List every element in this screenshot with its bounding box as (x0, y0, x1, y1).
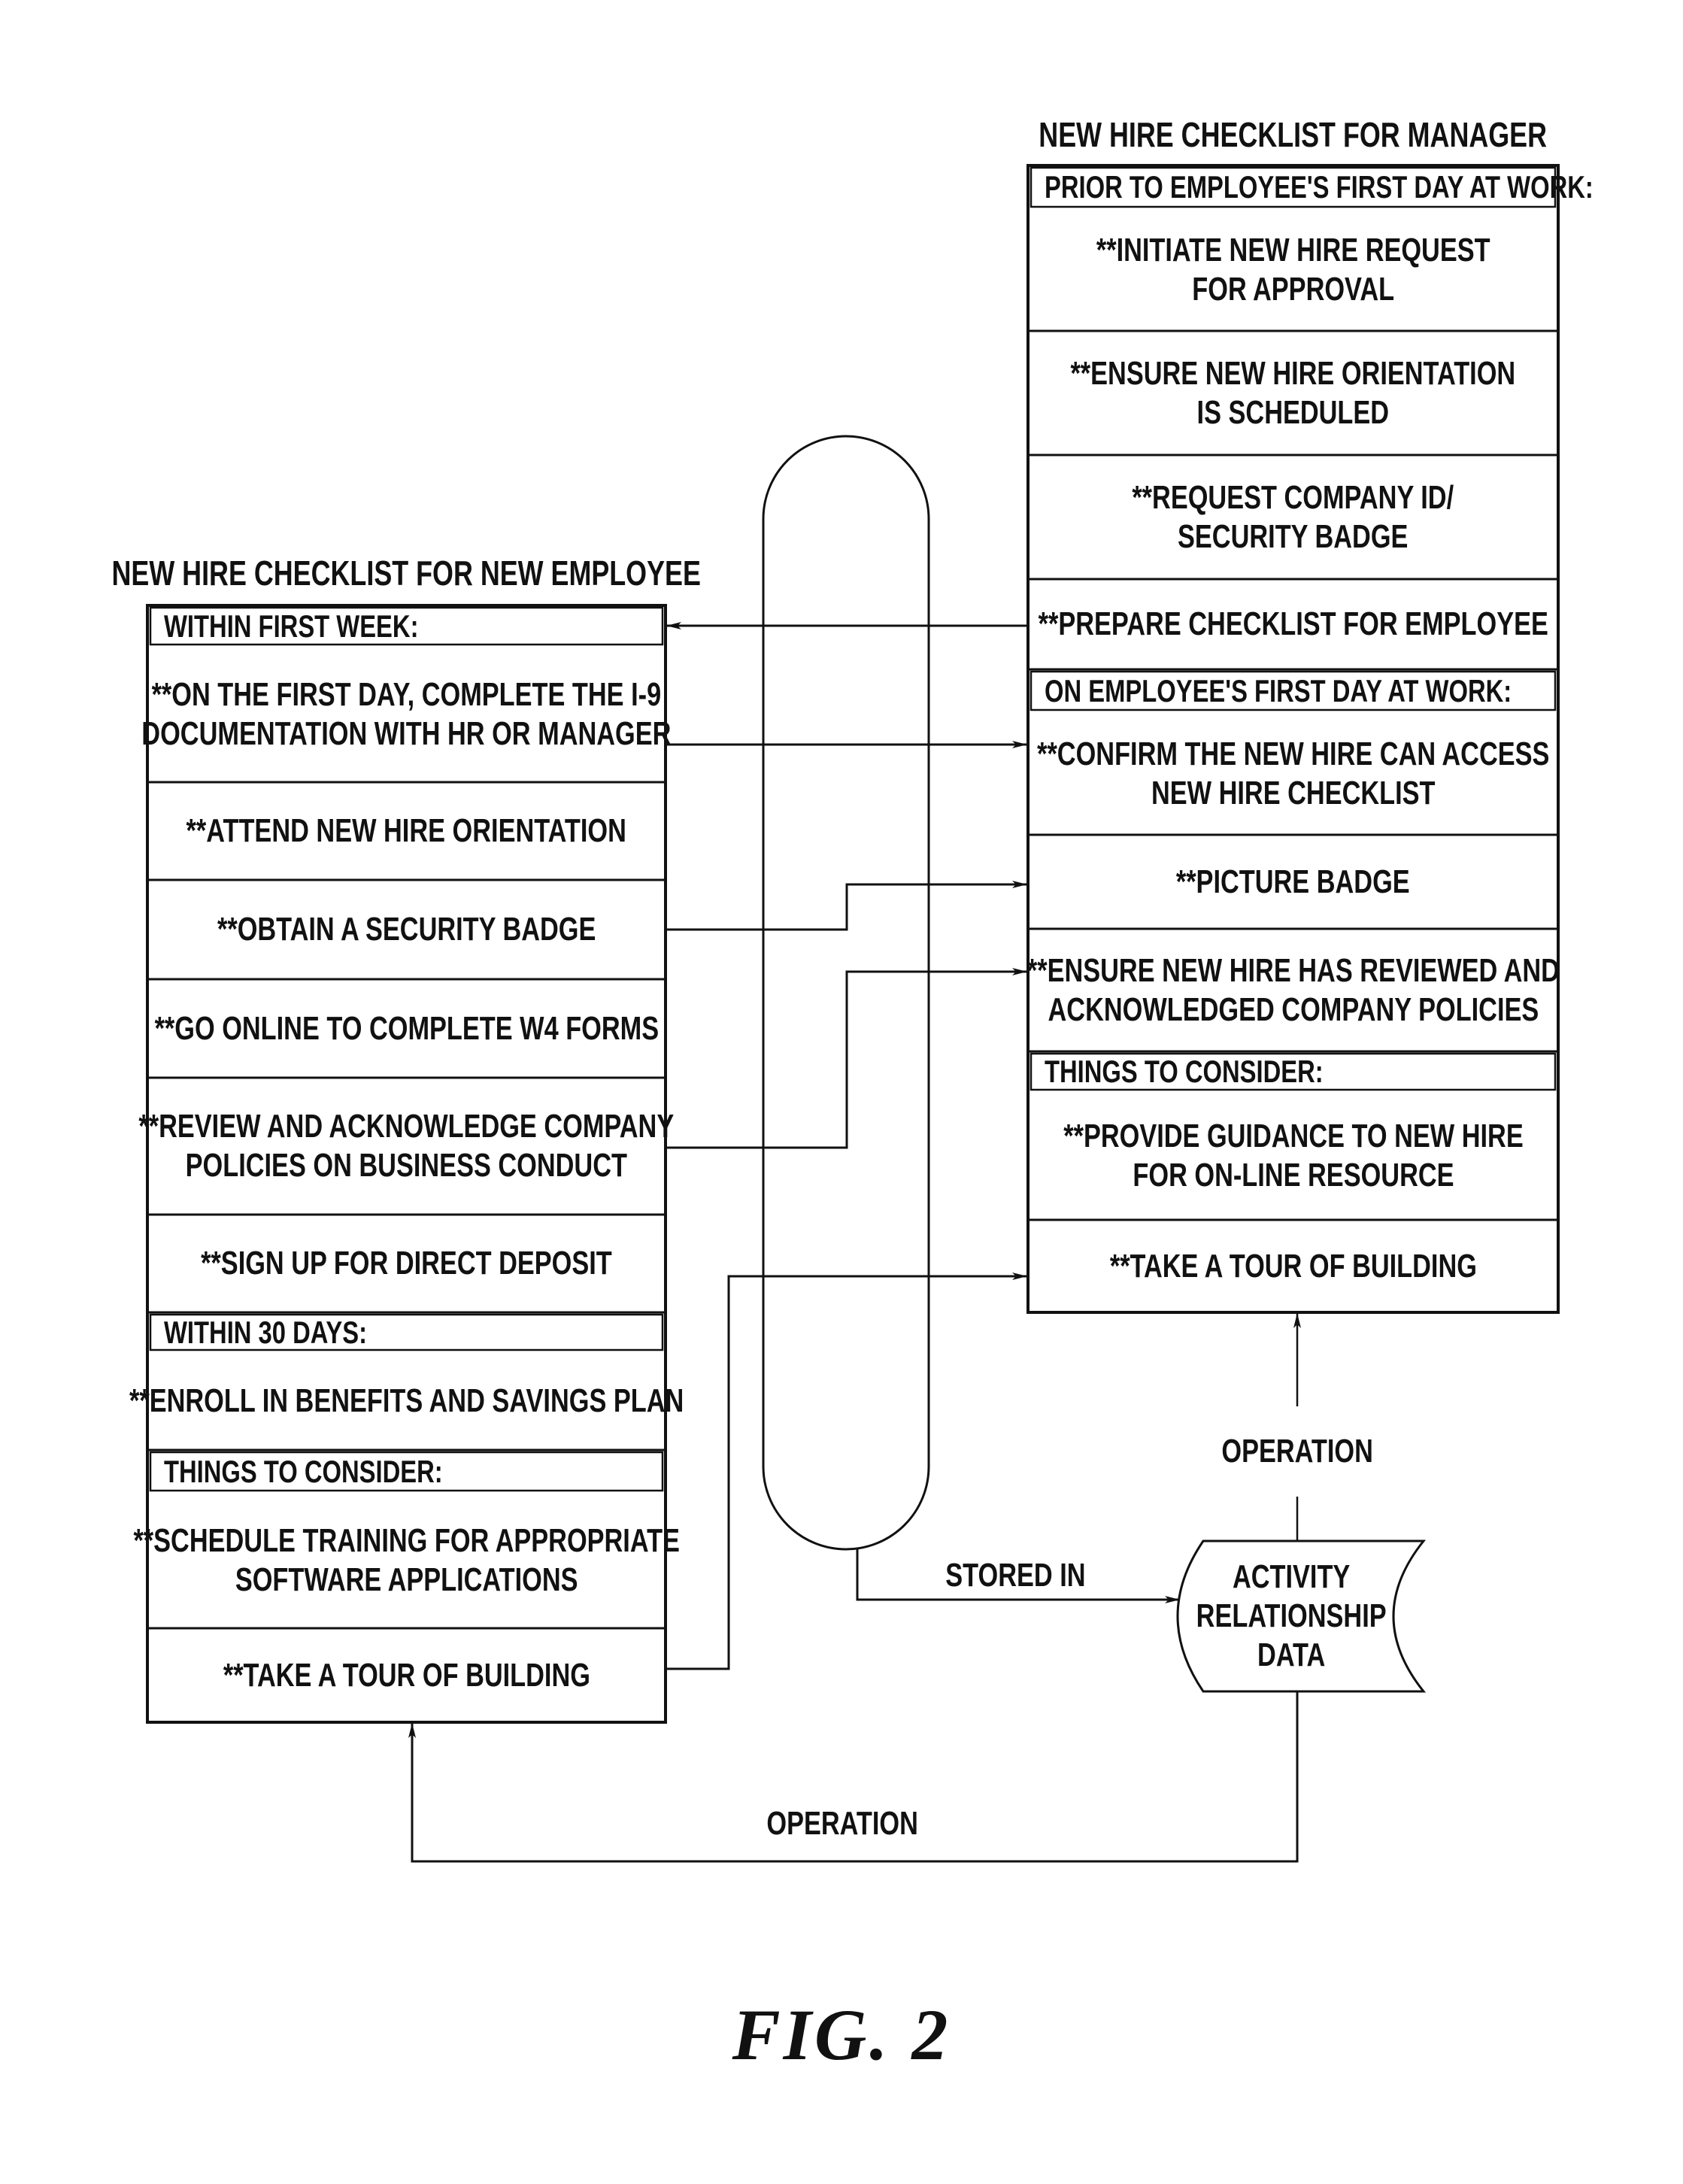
text-line: **ENSURE NEW HIRE ORIENTATION (1070, 354, 1516, 392)
employee-checklist-title-text: NEW HIRE CHECKLIST FOR NEW EMPLOYEE (111, 553, 702, 593)
employee-checklist-item-text: **REVIEW AND ACKNOWLEDGE COMPANY POLICIES… (139, 1107, 675, 1185)
text-line: ACTIVITY (1233, 1558, 1351, 1596)
text-line: RELATIONSHIP (1196, 1597, 1387, 1635)
connector-tour-to-tour (666, 1272, 1027, 1670)
operation-label-employee: OPERATION (699, 1801, 985, 1846)
manager-section-header-text: THINGS TO CONSIDER: (1045, 1054, 1324, 1089)
text-line: **CONFIRM THE NEW HIRE CAN ACCESS (1036, 735, 1550, 772)
manager-checklist-item: **PREPARE CHECKLIST FOR EMPLOYEE (1028, 579, 1558, 669)
employee-checklist-item-text: **ATTEND NEW HIRE ORIENTATION (186, 811, 626, 851)
employee-checklist-item: **SCHEDULE TRAINING FOR APPROPRIATE SOFTW… (133, 1493, 679, 1628)
text-line: DATA (1257, 1636, 1326, 1673)
text-line: POLICIES ON BUSINESS CONDUCT (185, 1147, 628, 1184)
storage-label: ACTIVITY RELATIONSHIP DATA (1190, 1541, 1393, 1691)
text-line: **TAKE A TOUR OF BUILDING (223, 1656, 590, 1694)
text-line: **PICTURE BADGE (1176, 863, 1410, 900)
manager-section-header-text: PRIOR TO EMPLOYEE'S FIRST DAY AT WORK: (1045, 169, 1594, 205)
text-line: **GO ONLINE TO COMPLETE W4 FORMS (154, 1009, 659, 1047)
text-line: **PREPARE CHECKLIST FOR EMPLOYEE (1038, 605, 1548, 643)
stored-in-label: STORED IN (925, 1557, 1105, 1594)
manager-checklist-title: NEW HIRE CHECKLIST FOR MANAGER (1013, 114, 1573, 155)
manager-checklist-item-text: **PROVIDE GUIDANCE TO NEW HIRE FOR ON-LIN… (1063, 1117, 1523, 1195)
manager-checklist-item: **INITIATE NEW HIRE REQUEST FOR APPROVAL (1028, 209, 1558, 331)
employee-checklist-title: NEW HIRE CHECKLIST FOR NEW EMPLOYEE (112, 553, 701, 593)
manager-checklist-item-text: **REQUEST COMPANY ID/SECURITY BADGE (1133, 478, 1454, 557)
text-line: **ENROLL IN BENEFITS AND SAVINGS PLAN (129, 1382, 684, 1420)
employee-checklist-item-text: **ENROLL IN BENEFITS AND SAVINGS PLAN (129, 1382, 684, 1421)
text-line: IS SCHEDULED (1196, 393, 1390, 431)
manager-checklist-item-text: **CONFIRM THE NEW HIRE CAN ACCESS NEW HIR… (1037, 735, 1549, 813)
employee-section-header: WITHIN FIRST WEEK: (164, 605, 660, 647)
employee-checklist-item: **TAKE A TOUR OF BUILDING (147, 1628, 666, 1722)
text-line: **SCHEDULE TRAINING FOR APPROPRIATE (133, 1522, 680, 1560)
employee-checklist-item-text: **ON THE FIRST DAY, COMPLETE THE I-9 DOCU… (141, 675, 671, 754)
manager-checklist-item: **PROVIDE GUIDANCE TO NEW HIRE FOR ON-LIN… (1028, 1092, 1558, 1220)
manager-checklist-item: **TAKE A TOUR OF BUILDING (1028, 1220, 1558, 1312)
stored-in-label-text: STORED IN (945, 1557, 1086, 1594)
manager-checklist-item: **ENSURE NEW HIRE HAS REVIEWED AND ACKNOW… (1026, 929, 1559, 1051)
employee-section-header-text: WITHIN 30 DAYS: (164, 1314, 368, 1350)
operation-label-manager-text: OPERATION (1221, 1433, 1373, 1470)
text-line: SOFTWARE APPLICATIONS (235, 1561, 578, 1598)
text-line: ACKNOWLEDGED COMPANY POLICIES (1048, 990, 1539, 1028)
text-line: **SIGN UP FOR DIRECT DEPOSIT (201, 1245, 612, 1282)
connector-review-policies-to-ensure-reviewed (666, 968, 1027, 1149)
text-line: **ENSURE NEW HIRE HAS REVIEWED AND (1026, 951, 1560, 989)
manager-checklist-item-text: **INITIATE NEW HIRE REQUEST FOR APPROVAL (1096, 231, 1490, 309)
employee-section-header: THINGS TO CONSIDER: (164, 1450, 660, 1493)
employee-checklist-item-text: **SCHEDULE TRAINING FOR APPROPRIATE SOFTW… (133, 1521, 679, 1600)
text-line: **REVIEW AND ACKNOWLEDGE COMPANY (138, 1108, 675, 1145)
manager-section-header: THINGS TO CONSIDER: (1045, 1051, 1552, 1092)
text-line: FOR APPROVAL (1192, 271, 1394, 308)
text-line: **INITIATE NEW HIRE REQUEST (1096, 232, 1490, 269)
manager-checklist-item-text: **PREPARE CHECKLIST FOR EMPLOYEE (1038, 605, 1548, 644)
text-line: **ON THE FIRST DAY, COMPLETE THE I-9 (151, 676, 662, 714)
text-line: NEW HIRE CHECKLIST (1151, 774, 1436, 811)
employee-checklist-item: **GO ONLINE TO COMPLETE W4 FORMS (147, 979, 666, 1078)
text-line: **ATTEND NEW HIRE ORIENTATION (186, 812, 627, 850)
employee-checklist-item: **ATTEND NEW HIRE ORIENTATION (147, 782, 666, 880)
employee-checklist-item-text: **GO ONLINE TO COMPLETE W4 FORMS (154, 1009, 659, 1048)
employee-checklist-item-text: **SIGN UP FOR DIRECT DEPOSIT (201, 1244, 612, 1283)
operation-label-manager: OPERATION (1214, 1429, 1380, 1474)
employee-checklist-item: **REVIEW AND ACKNOWLEDGE COMPANY POLICIES… (139, 1078, 675, 1215)
connector-security-badge-to-picture-badge (666, 881, 1027, 931)
employee-checklist-item-text: **OBTAIN A SECURITY BADGE (217, 910, 596, 949)
text-line: **OBTAIN A SECURITY BADGE (217, 911, 596, 948)
manager-section-header: ON EMPLOYEE'S FIRST DAY AT WORK: (1045, 669, 1552, 712)
manager-checklist-item: **CONFIRM THE NEW HIRE CAN ACCESS NEW HIR… (1028, 712, 1558, 835)
text-line: DOCUMENTATION WITH HR OR MANAGER (141, 715, 672, 752)
employee-checklist-item: **OBTAIN A SECURITY BADGE (147, 880, 666, 979)
employee-checklist-item: **ENROLL IN BENEFITS AND SAVINGS PLAN (129, 1352, 684, 1450)
text-line: **REQUEST COMPANY ID/ (1132, 478, 1454, 516)
storage-label-text: ACTIVITY RELATIONSHIP DATA (1196, 1558, 1387, 1675)
employee-checklist-item: **ON THE FIRST DAY, COMPLETE THE I-9 DOCU… (141, 647, 671, 782)
employee-section-header-text: THINGS TO CONSIDER: (164, 1453, 443, 1489)
manager-checklist-item: **PICTURE BADGE (1028, 835, 1558, 929)
manager-section-header: PRIOR TO EMPLOYEE'S FIRST DAY AT WORK: (1045, 165, 1594, 209)
manager-checklist-item-text: **TAKE A TOUR OF BUILDING (1109, 1247, 1476, 1286)
text-line: FOR ON-LINE RESOURCE (1132, 1157, 1454, 1194)
employee-checklist-item-text: **TAKE A TOUR OF BUILDING (223, 1656, 590, 1695)
manager-checklist-item-text: **PICTURE BADGE (1176, 863, 1410, 902)
text-line: **PROVIDE GUIDANCE TO NEW HIRE (1063, 1118, 1524, 1155)
figure-label: FIG. 2 (732, 1994, 951, 2075)
manager-section-header-text: ON EMPLOYEE'S FIRST DAY AT WORK: (1045, 672, 1512, 708)
employee-section-header: WITHIN 30 DAYS: (164, 1312, 660, 1352)
manager-checklist-item: **ENSURE NEW HIRE ORIENTATION IS SCHEDULE… (1028, 331, 1558, 455)
text-line: SECURITY BADGE (1178, 517, 1409, 555)
employee-section-header-text: WITHIN FIRST WEEK: (164, 608, 419, 644)
operation-label-employee-text: OPERATION (766, 1805, 918, 1843)
employee-checklist-item: **SIGN UP FOR DIRECT DEPOSIT (147, 1215, 666, 1312)
text-line: **TAKE A TOUR OF BUILDING (1109, 1247, 1477, 1285)
manager-checklist-item: **REQUEST COMPANY ID/SECURITY BADGE (1028, 455, 1558, 579)
manager-checklist-title-text: NEW HIRE CHECKLIST FOR MANAGER (1039, 114, 1548, 154)
manager-checklist-item-text: **ENSURE NEW HIRE HAS REVIEWED AND ACKNOW… (1026, 951, 1559, 1030)
manager-checklist-item-text: **ENSURE NEW HIRE ORIENTATION IS SCHEDULE… (1071, 354, 1516, 432)
